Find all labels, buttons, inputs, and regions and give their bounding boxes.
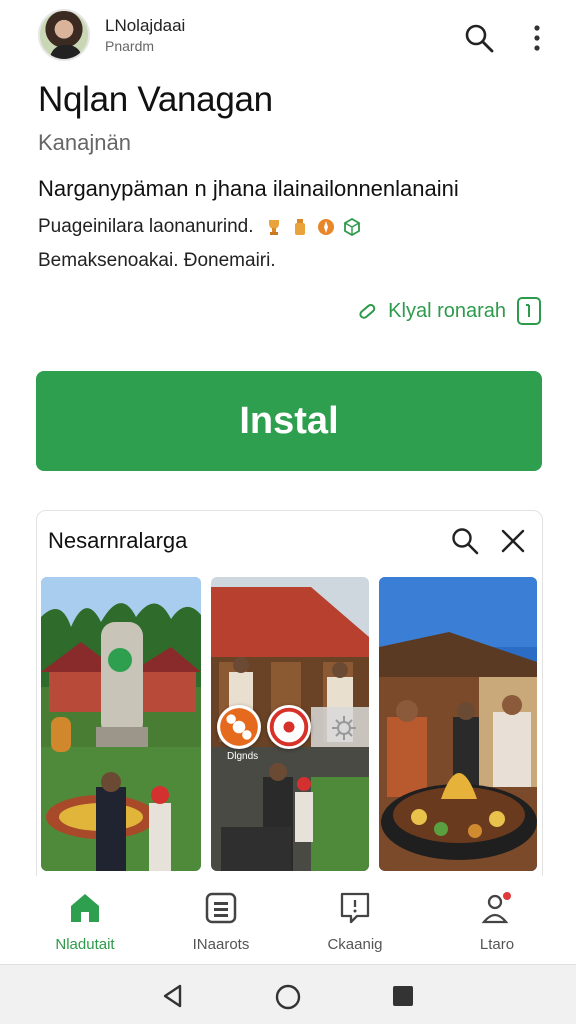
system-navigation-bar xyxy=(0,964,576,1024)
nav-item-profile[interactable]: Ltaro xyxy=(442,890,552,953)
app-tagline: Narganypäman n jhana ilainailonnenlanain… xyxy=(38,176,459,201)
apps-icon xyxy=(205,892,237,924)
nav-label-profile: Ltaro xyxy=(479,936,515,953)
description-line-1: Puageinilara laonanurind. xyxy=(38,216,362,238)
developer-subtitle: Pnardm xyxy=(105,38,155,54)
emoji-row xyxy=(264,217,362,237)
overlay-caption: Dlgnds xyxy=(227,751,259,762)
nav-label-home: Nladutait xyxy=(55,936,115,953)
external-link-text[interactable]: Klyal ronarah xyxy=(388,300,506,323)
nav-label-apps: INaarots xyxy=(192,936,250,953)
screenshot-temple-garden[interactable] xyxy=(41,577,201,871)
chat-icon xyxy=(340,892,370,924)
flower-emoji-icon xyxy=(317,219,334,235)
home-icon xyxy=(71,894,99,922)
bottom-navigation: Nladutait INaarots Ckaanig Ltaro xyxy=(0,876,576,964)
developer-name[interactable]: LNolajdaai xyxy=(105,16,185,36)
food-dish-image xyxy=(379,577,537,871)
close-icon[interactable] xyxy=(500,528,526,554)
open-external-icon[interactable] xyxy=(516,296,542,326)
record-button[interactable] xyxy=(267,705,311,749)
install-button[interactable]: Instal xyxy=(36,371,542,471)
link-icon xyxy=(359,303,376,319)
back-icon[interactable] xyxy=(160,983,186,1009)
nav-item-home[interactable]: Nladutait xyxy=(30,890,140,953)
app-title: Nqlan Vanagan xyxy=(38,80,273,119)
nav-item-chat[interactable]: Ckaanig xyxy=(300,890,410,953)
search-icon[interactable] xyxy=(463,22,495,54)
recent-apps-icon[interactable] xyxy=(392,985,414,1007)
more-options-icon[interactable] xyxy=(526,22,548,54)
home-circle-icon[interactable] xyxy=(274,983,302,1011)
screenshot-food-dish[interactable] xyxy=(379,577,537,871)
description-text-1: Puageinilara laonanurind. xyxy=(38,216,254,237)
developer-avatar[interactable] xyxy=(38,9,90,61)
card-title: Nesarnralarga xyxy=(48,528,188,553)
flower-action-button[interactable] xyxy=(217,705,261,749)
cube-emoji-icon xyxy=(343,217,360,237)
temple-garden-image xyxy=(41,577,201,871)
notification-dot xyxy=(503,892,511,900)
settings-icon[interactable] xyxy=(327,711,361,745)
description-line-2: Bemaksenoakai. Đonemairi. xyxy=(38,250,276,271)
app-subtitle: Kanajnän xyxy=(38,130,131,155)
card-search-icon[interactable] xyxy=(450,526,480,556)
trophy-emoji-icon xyxy=(268,220,279,235)
bottle-emoji-icon xyxy=(294,219,305,235)
record-icon xyxy=(269,707,309,747)
profile-icon xyxy=(481,892,511,924)
external-link-row[interactable]: Klyal ronarah xyxy=(356,296,542,326)
nav-label-chat: Ckaanig xyxy=(327,936,383,953)
screenshot-traditional-house[interactable]: Dlgnds xyxy=(211,577,369,871)
top-bar: LNolajdaai Pnardm xyxy=(0,0,576,74)
nav-item-apps[interactable]: INaarots xyxy=(166,890,276,953)
flower-icon xyxy=(220,708,258,746)
